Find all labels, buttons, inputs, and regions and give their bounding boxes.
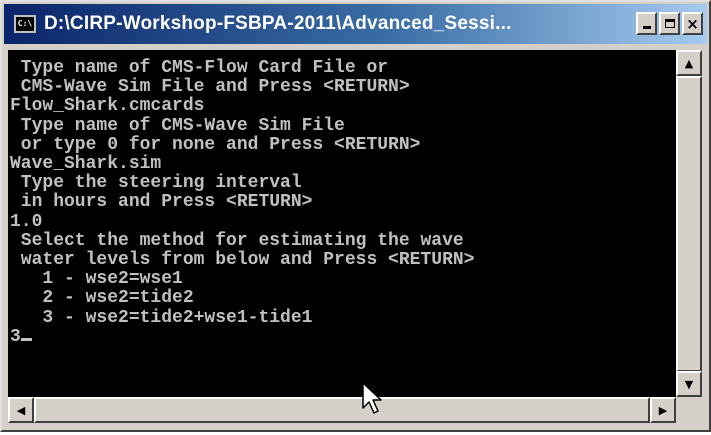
text-cursor xyxy=(20,337,32,341)
console-line: CMS-Wave Sim File and Press <RETURN> xyxy=(10,77,410,98)
console-line: Type name of CMS-Flow Card File or xyxy=(10,58,389,78)
close-button[interactable]: × xyxy=(682,12,703,35)
window-title: D:\CIRP-Workshop-FSBPA-2011\Advanced_Ses… xyxy=(44,13,512,34)
arrow-up-icon: ▲ xyxy=(684,56,694,70)
arrow-down-icon: ▼ xyxy=(684,377,694,391)
console-line: 3 - wse2=tide2+wse1-tide1 xyxy=(10,307,313,328)
title-bar[interactable]: C:\ D:\CIRP-Workshop-FSBPA-2011\Advanced… xyxy=(4,4,707,44)
minimize-icon xyxy=(642,26,651,29)
scroll-right-button[interactable]: ▶ xyxy=(650,397,676,423)
horizontal-scrollbar[interactable]: ◀ ▶ xyxy=(8,397,676,423)
scroll-left-button[interactable]: ◀ xyxy=(8,397,34,423)
arrow-left-icon: ◀ xyxy=(16,403,26,417)
console-line: Select the method for estimating the wav… xyxy=(10,230,464,251)
console-line: 1 - wse2=wse1 xyxy=(10,269,183,290)
close-icon: × xyxy=(686,14,699,33)
console-output[interactable]: Type name of CMS-Flow Card File or CMS-W… xyxy=(8,50,676,397)
maximize-button[interactable] xyxy=(659,12,680,35)
window-controls: × xyxy=(636,12,703,35)
resize-grip[interactable] xyxy=(676,397,702,423)
arrow-right-icon: ▶ xyxy=(658,403,668,417)
console-icon[interactable]: C:\ xyxy=(14,15,36,33)
vertical-scroll-thumb[interactable] xyxy=(676,76,702,372)
minimize-button[interactable] xyxy=(636,12,657,35)
console-text: Type name of CMS-Flow Card File or CMS-W… xyxy=(8,50,676,347)
console-line: in hours and Press <RETURN> xyxy=(10,192,313,213)
console-line: water levels from below and Press <RETUR… xyxy=(10,250,475,271)
console-line: Flow_Shark.cmcards xyxy=(10,96,205,117)
console-line: 1.0 xyxy=(10,211,43,232)
console-line: Type name of CMS-Wave Sim File xyxy=(10,115,345,136)
console-line: Wave_Shark.sim xyxy=(10,154,162,175)
maximize-icon xyxy=(664,19,675,28)
mouse-pointer-icon xyxy=(362,382,384,420)
scroll-down-button[interactable]: ▼ xyxy=(676,371,702,397)
scroll-up-button[interactable]: ▲ xyxy=(676,50,702,76)
console-line: 2 - wse2=tide2 xyxy=(10,288,194,309)
vertical-scrollbar[interactable]: ▲ ▼ xyxy=(676,50,702,397)
console-line: Type the steering interval xyxy=(10,173,302,194)
console-line: or type 0 for none and Press <RETURN> xyxy=(10,134,421,155)
console-input[interactable]: 3 xyxy=(10,327,21,347)
horizontal-scroll-thumb[interactable] xyxy=(34,397,650,423)
console-lines: Type name of CMS-Flow Card File or CMS-W… xyxy=(10,58,474,328)
